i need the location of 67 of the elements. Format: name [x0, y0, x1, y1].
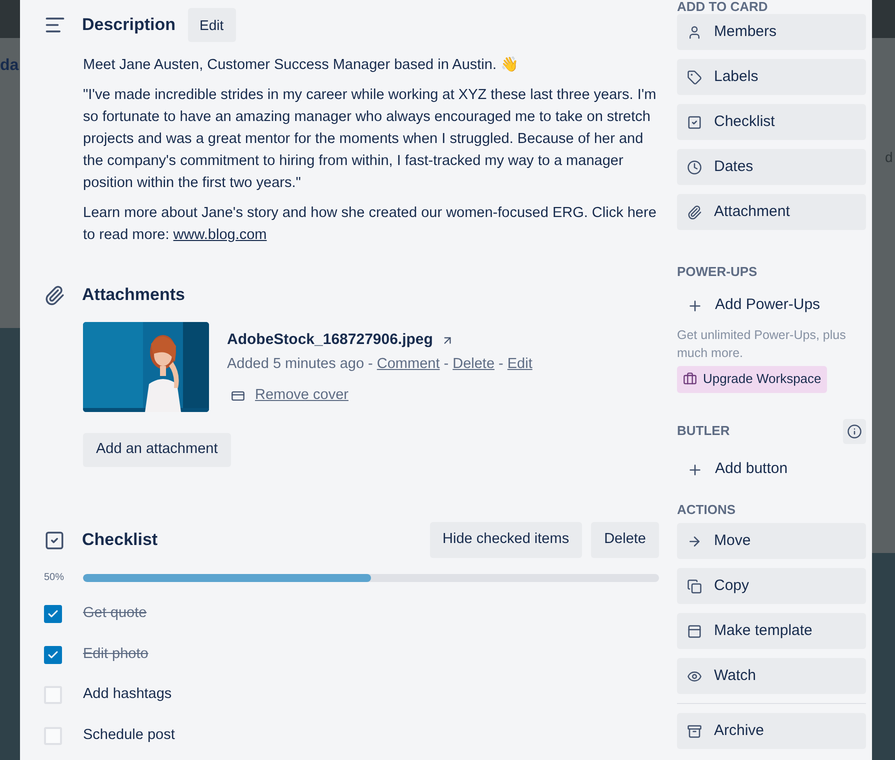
- checklist-item: Edit photo: [83, 644, 148, 664]
- separator: -: [498, 354, 504, 374]
- checklist-item: Schedule post: [83, 726, 175, 745]
- section-heading: POWER-UPS: [677, 263, 758, 281]
- arrow-icon: [687, 534, 702, 548]
- description-paragraph: Learn more about Jane's story and how she created our women-focused ERG. Click here to read more: www.blog.com: [83, 204, 658, 245]
- person-icon: [687, 24, 702, 40]
- checkbox[interactable]: [44, 686, 62, 704]
- sidebar-button[interactable]: Members: [677, 14, 866, 50]
- add-attachment-button[interactable]: Add an attachment: [83, 433, 231, 467]
- board-list-title: da: [0, 56, 20, 76]
- add-button-button[interactable]: Add button: [677, 452, 866, 488]
- checklist-item: Add hashtags: [83, 685, 172, 704]
- template-icon: [687, 624, 702, 638]
- plus-icon: [687, 298, 703, 314]
- checkbox[interactable]: [44, 726, 62, 745]
- sidebar-button[interactable]: Archive: [677, 713, 866, 749]
- attachment-action-link[interactable]: Delete: [452, 354, 495, 376]
- section-title: Checklist: [82, 529, 158, 552]
- link[interactable]: www.blog.com: [173, 227, 267, 243]
- plus-icon: [687, 462, 703, 478]
- sidebar-button[interactable]: Attachment: [677, 194, 866, 230]
- sidebar-button[interactable]: Move: [677, 523, 866, 559]
- archive-icon: [687, 724, 702, 738]
- section-heading: ACTIONS: [677, 500, 736, 518]
- tag-icon: [687, 70, 702, 84]
- info-button[interactable]: [843, 418, 866, 444]
- file-name[interactable]: AdobeStock_168727906.jpeg: [227, 329, 433, 352]
- checkbox[interactable]: [44, 605, 62, 624]
- attachment-action-link[interactable]: Edit: [507, 354, 532, 376]
- section-heading: ADD TO CARD: [677, 0, 769, 13]
- upgrade-note: Get unlimited Power-Ups, plus much more.: [677, 326, 847, 362]
- attachment-action-link[interactable]: Comment: [376, 354, 440, 376]
- checkbox-icon: [687, 114, 702, 130]
- edit-button[interactable]: Edit: [188, 8, 236, 42]
- description-paragraph: "I've made incredible strides in my career while working at XYZ these last three years. I'm so fortunate to have an amazing manager who always encouraged me to take on stretch projects and was a great mentor for the moments when I struggled. Because of her and the company's commitment to hiring from within, I fast-tracked my way to a manager position within the first two years.": [83, 86, 658, 193]
- briefcase-icon: [683, 372, 697, 386]
- add-power-ups-button[interactable]: Add Power-Ups: [677, 288, 866, 324]
- section-title: Attachments: [82, 284, 185, 306]
- section-heading: BUTLER: [677, 422, 730, 440]
- clock-icon: [687, 160, 702, 174]
- checkbox[interactable]: [44, 646, 62, 664]
- remove-cover-link[interactable]: Remove cover: [255, 385, 348, 407]
- copy-icon: [687, 578, 702, 594]
- sidebar-button[interactable]: Checklist: [677, 104, 866, 140]
- separator: -: [444, 354, 449, 374]
- upgrade-workspace-button[interactable]: Upgrade Workspace: [677, 366, 828, 392]
- attachment-meta: Added 5 minutes ago: [227, 354, 364, 374]
- hide-checked-items-button[interactable]: Hide checked items: [430, 522, 582, 558]
- section-title: Description: [82, 14, 176, 36]
- progress-percent: 50%: [44, 571, 66, 585]
- sidebar-button[interactable]: Dates: [677, 149, 866, 185]
- info-icon: [847, 424, 862, 438]
- sidebar-button[interactable]: Watch: [677, 658, 866, 694]
- checklist-item: Get quote: [83, 604, 147, 624]
- paperclip-icon: [44, 284, 65, 306]
- check-icon: [47, 648, 59, 661]
- description-paragraph: Meet Jane Austen, Customer Success Manager based in Austin. 👋: [83, 56, 520, 75]
- delete-button[interactable]: Delete: [591, 522, 659, 558]
- eye-icon: [687, 668, 702, 684]
- sidebar-button[interactable]: Make template: [677, 613, 866, 649]
- paperclip-icon: [687, 204, 702, 220]
- card-icon: [231, 389, 245, 404]
- checkbox-icon: [44, 530, 65, 550]
- sidebar-button[interactable]: Labels: [677, 59, 866, 95]
- separator: -: [368, 354, 373, 374]
- sidebar-button[interactable]: Copy: [677, 568, 866, 604]
